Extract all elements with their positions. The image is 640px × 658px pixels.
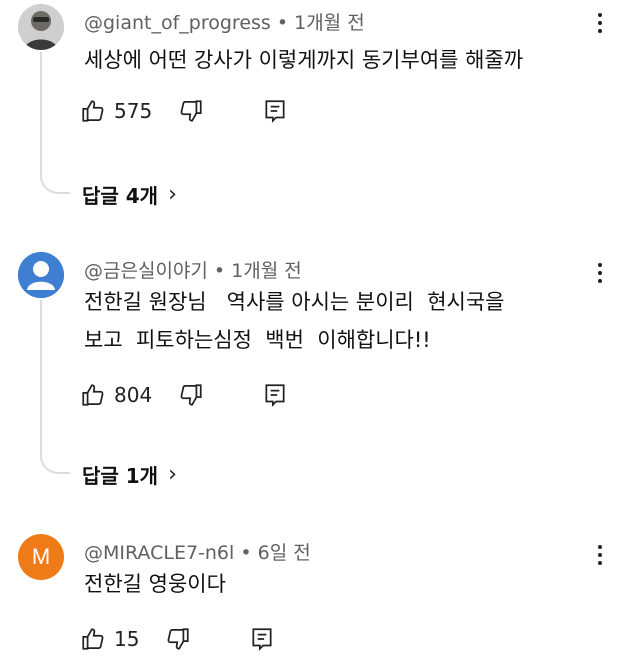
comment-actions: 15 <box>80 622 275 656</box>
like-count: 804 <box>114 383 153 407</box>
thread-line <box>40 300 42 452</box>
thread-line <box>40 52 42 172</box>
avatar[interactable]: M <box>18 534 64 580</box>
reply-icon[interactable] <box>249 626 275 652</box>
meta-separator: • <box>270 12 295 34</box>
thumbs-down-icon[interactable] <box>178 382 204 408</box>
avatar[interactable] <box>18 252 64 298</box>
thread-connector <box>40 450 70 474</box>
thumbs-up-icon[interactable] <box>80 382 106 408</box>
more-vert-icon[interactable] <box>590 8 610 38</box>
reply-icon[interactable] <box>262 382 288 408</box>
comment-text: 전한길 영웅이다 <box>84 572 226 596</box>
chevron-right-icon: › <box>168 462 177 487</box>
thumbs-down-icon[interactable] <box>178 98 204 124</box>
comment-text: 세상에 어떤 강사가 이렇게까지 동기부여를 해줄까 <box>84 48 524 72</box>
chevron-right-icon: › <box>168 182 177 207</box>
comment-text-line-1: 전한길 원장님 역사를 아시는 분이리 현시국을 <box>84 290 505 314</box>
comment-text-line-2: 보고 피토하는심정 백번 이해합니다!! <box>84 328 431 352</box>
avatar[interactable] <box>18 4 64 50</box>
comment-meta: @MIRACLE7-n6l • 6일 전 <box>84 538 311 565</box>
meta-separator: • <box>207 260 232 282</box>
view-replies-button[interactable]: 답글 4개 › <box>82 180 177 209</box>
comment-time: 1개월 전 <box>294 12 365 34</box>
comment-time: 1개월 전 <box>231 260 302 282</box>
replies-label: 답글 1개 <box>82 464 159 488</box>
comment-actions: 804 <box>80 378 288 412</box>
comment-meta: @금은실이야기 • 1개월 전 <box>84 256 302 283</box>
more-vert-icon[interactable] <box>590 540 610 570</box>
thumbs-down-icon[interactable] <box>165 626 191 652</box>
comment-actions: 575 <box>80 94 288 128</box>
thumbs-up-icon[interactable] <box>80 626 106 652</box>
reply-icon[interactable] <box>262 98 288 124</box>
author-handle[interactable]: @금은실이야기 <box>84 260 208 282</box>
thumbs-up-icon[interactable] <box>80 98 106 124</box>
thread-connector <box>40 170 70 194</box>
author-handle[interactable]: @MIRACLE7-n6l <box>84 542 234 564</box>
more-vert-icon[interactable] <box>590 258 610 288</box>
default-avatar-icon <box>18 252 64 298</box>
like-count: 15 <box>114 627 140 651</box>
comment-meta: @giant_of_progress • 1개월 전 <box>84 8 365 35</box>
meta-separator: • <box>234 542 258 564</box>
replies-label: 답글 4개 <box>82 184 159 208</box>
author-handle[interactable]: @giant_of_progress <box>84 12 271 34</box>
comment-time: 6일 전 <box>257 542 311 564</box>
photo-avatar-icon <box>18 4 64 50</box>
like-count: 575 <box>114 99 153 123</box>
avatar-letter: M <box>31 544 51 569</box>
view-replies-button[interactable]: 답글 1개 › <box>82 460 177 489</box>
